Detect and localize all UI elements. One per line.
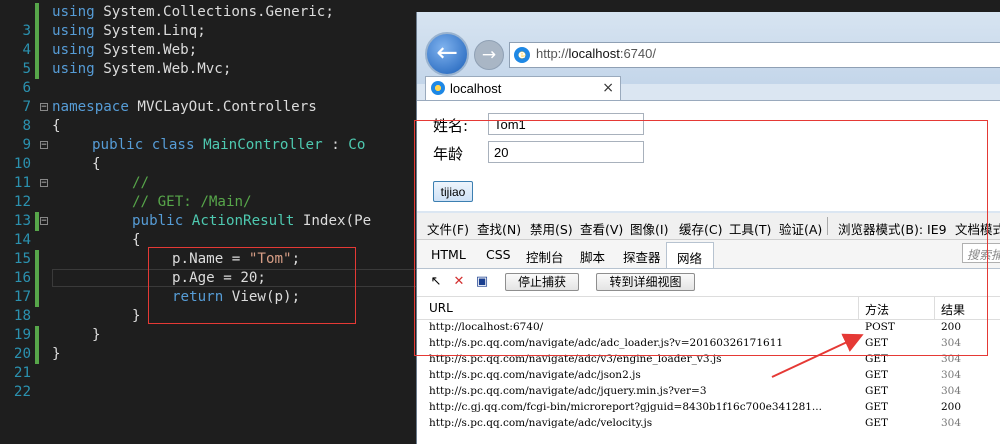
address-url[interactable]: http://localhost:6740/ xyxy=(536,46,656,61)
code-editor[interactable]: 3 using System.Collections.Generic; 4 us… xyxy=(0,0,418,444)
method-signature: Index(Pe xyxy=(302,213,372,229)
change-bar xyxy=(35,250,39,269)
fold-toggle-icon[interactable]: − xyxy=(40,217,48,226)
row-url: http://c.gj.qq.com/fcgi-bin/microreport?… xyxy=(429,401,822,413)
row-result: 304 xyxy=(941,369,962,381)
row-method: GET xyxy=(865,417,889,429)
table-row[interactable]: http://c.gj.qq.com/fcgi-bin/microreport?… xyxy=(417,400,1000,416)
ie-icon xyxy=(431,81,445,95)
change-bar xyxy=(35,3,39,22)
code-line: 6 using System.Web.Mvc; xyxy=(0,60,418,96)
keyword: using xyxy=(52,61,95,77)
line-number: 22 xyxy=(13,384,31,400)
row-result: 304 xyxy=(941,417,962,429)
code-line: 21 } xyxy=(0,345,418,381)
keyword: class xyxy=(151,137,195,153)
row-result: 200 xyxy=(941,401,962,413)
ie-icon: e xyxy=(514,47,530,63)
code-line: 20 } xyxy=(0,326,418,362)
change-bar xyxy=(35,345,39,364)
code-line: 22 xyxy=(0,364,418,400)
keyword: public xyxy=(92,137,144,153)
code-line: 12 − // xyxy=(0,174,418,210)
change-bar xyxy=(35,22,39,41)
table-row[interactable]: http://s.pc.qq.com/navigate/adc/json2.js… xyxy=(417,368,1000,384)
namespace-ref: System.Linq; xyxy=(103,23,206,39)
brace: { xyxy=(52,118,61,134)
base-class: Co xyxy=(348,137,366,153)
keyword: using xyxy=(52,23,95,39)
change-bar xyxy=(35,326,39,345)
table-row[interactable]: http://s.pc.qq.com/navigate/adc/jquery.m… xyxy=(417,384,1000,400)
code-line: 4 using System.Linq; xyxy=(0,22,418,58)
keyword: using xyxy=(52,4,95,20)
brace: { xyxy=(92,156,101,172)
table-row[interactable]: http://s.pc.qq.com/navigate/adc/velocity… xyxy=(417,416,1000,432)
row-method: GET xyxy=(865,385,889,397)
class-name: MainController xyxy=(203,137,323,153)
navigation-bar: ← → e http://localhost:6740/ xyxy=(417,12,1000,84)
comment: // xyxy=(132,175,150,191)
url-suffix: :6740/ xyxy=(619,46,656,61)
code-line: 9 { xyxy=(0,117,418,153)
keyword: using xyxy=(52,42,95,58)
code-line: 13 // GET: /Main/ xyxy=(0,193,418,229)
code-annotation-box xyxy=(148,247,356,324)
row-method: GET xyxy=(865,401,889,413)
code-line: 14 − public ActionResult Index(Pe xyxy=(0,212,418,248)
code-line: 8 − namespace MVCLayOut.Controllers xyxy=(0,98,418,134)
url-prefix: http:// xyxy=(536,46,569,61)
arrow-left-icon: ← xyxy=(436,38,458,68)
fold-toggle-icon[interactable]: − xyxy=(40,103,48,112)
tab-title: localhost xyxy=(450,81,502,96)
change-bar xyxy=(35,41,39,60)
class-colon: : xyxy=(322,137,349,153)
forward-button[interactable]: → xyxy=(474,40,504,70)
brace: } xyxy=(132,308,141,324)
keyword: public xyxy=(132,213,184,229)
code-line: 11 { xyxy=(0,155,418,191)
browser-tab[interactable]: localhost × xyxy=(425,76,621,100)
row-method: GET xyxy=(865,369,889,381)
arrow-right-icon: → xyxy=(481,45,497,65)
change-bar xyxy=(35,212,39,231)
change-bar xyxy=(35,269,39,288)
keyword: namespace xyxy=(52,99,129,115)
brace: { xyxy=(132,232,141,248)
row-url: http://s.pc.qq.com/navigate/adc/json2.js xyxy=(429,369,641,381)
url-host: localhost xyxy=(568,46,620,61)
fold-toggle-icon[interactable]: − xyxy=(40,179,48,188)
row-url: http://s.pc.qq.com/navigate/adc/jquery.m… xyxy=(429,385,707,397)
namespace-name: MVCLayOut.Controllers xyxy=(137,99,317,115)
code-line: 10 − public class MainController : Co xyxy=(0,136,418,172)
close-icon[interactable]: × xyxy=(602,80,614,96)
code-line: 3 using System.Collections.Generic; xyxy=(0,3,418,39)
namespace-ref: System.Collections.Generic; xyxy=(103,4,334,20)
fold-toggle-icon[interactable]: − xyxy=(40,141,48,150)
row-result: 304 xyxy=(941,385,962,397)
request-annotation-box xyxy=(414,120,988,356)
namespace-ref: System.Web.Mvc; xyxy=(103,61,232,77)
change-bar xyxy=(35,60,39,79)
change-bar xyxy=(35,288,39,307)
code-line: 5 using System.Web; xyxy=(0,41,418,77)
brace: } xyxy=(92,327,101,343)
namespace-ref: System.Web; xyxy=(103,42,198,58)
comment: // GET: /Main/ xyxy=(132,194,252,210)
address-bar[interactable]: e http://localhost:6740/ xyxy=(509,42,1000,68)
code-line: 7 xyxy=(0,79,418,115)
brace: } xyxy=(52,346,61,362)
row-url: http://s.pc.qq.com/navigate/adc/velocity… xyxy=(429,417,653,429)
back-button[interactable]: ← xyxy=(425,32,469,76)
return-type: ActionResult xyxy=(191,213,295,229)
